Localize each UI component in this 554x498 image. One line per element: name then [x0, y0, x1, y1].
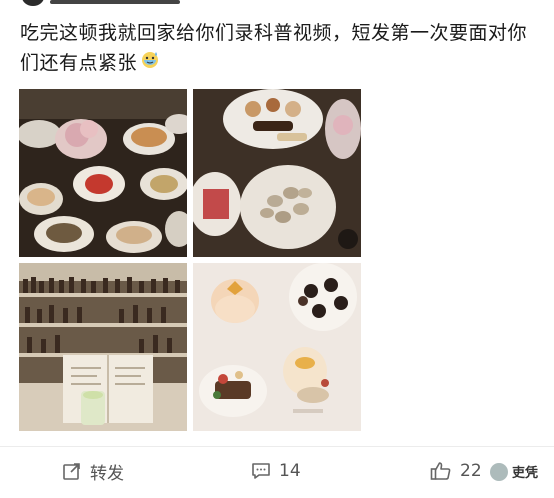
watermark: 吏凭	[490, 462, 538, 481]
comment-count: 14	[279, 461, 301, 481]
photo-bar-interior[interactable]	[19, 263, 187, 431]
avatar[interactable]	[22, 0, 44, 6]
watermark-text: 吏凭	[512, 466, 539, 481]
photo-grid	[19, 89, 361, 431]
username-partial[interactable]	[50, 0, 180, 4]
watermark-logo-icon	[490, 462, 508, 481]
photo-plated-desserts[interactable]	[193, 263, 361, 431]
top-header-partial	[0, 0, 554, 8]
action-bar-divider	[0, 446, 554, 447]
repost-icon	[63, 463, 80, 480]
comment-icon	[252, 463, 270, 479]
post-body: 吃完这顿我就回家给你们录科普视频，短发第一次要面对你们还有点紧张	[20, 22, 528, 74]
photo-dim-sum[interactable]	[19, 89, 187, 257]
photo-dessert-platter[interactable]	[193, 89, 361, 257]
like-count: 22	[460, 461, 482, 481]
comment-button[interactable]: 14	[251, 456, 301, 486]
repost-label: 转发	[90, 463, 124, 484]
post-text: 吃完这顿我就回家给你们录科普视频，短发第一次要面对你们还有点紧张	[20, 18, 540, 79]
repost-button[interactable]: 转发	[62, 456, 124, 486]
like-button[interactable]: 22	[430, 456, 482, 486]
bar-interior-photo-graphic	[19, 263, 187, 431]
sweat-smile-emoji-icon	[139, 48, 161, 79]
thumbs-up-icon	[430, 462, 451, 480]
dim-sum-table-photo-graphic	[19, 89, 187, 257]
plated-desserts-photo-graphic	[193, 263, 361, 431]
dessert-platter-photo-graphic	[193, 89, 361, 257]
